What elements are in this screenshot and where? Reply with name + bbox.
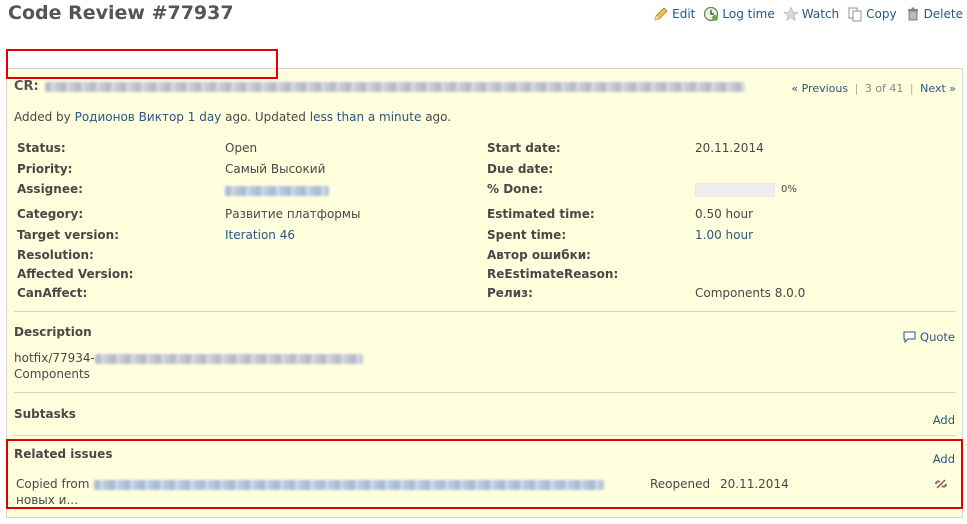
trash-icon — [907, 7, 918, 21]
divider — [14, 311, 956, 312]
description-line-2: Components — [14, 367, 90, 381]
related-issue-row: Copied from новых и... Reopened 20.11.20… — [16, 475, 949, 509]
status-value: Open — [225, 141, 258, 155]
subject-prefix: CR: — [14, 79, 39, 94]
watch-label[interactable]: Watch — [802, 7, 839, 21]
quote-label[interactable]: Quote — [920, 330, 955, 344]
target-version-link[interactable]: Iteration 46 — [225, 228, 295, 242]
clock-icon — [704, 6, 719, 22]
related-issues-title: Related issues — [14, 447, 113, 461]
estimated-time-value: 0.50 hour — [695, 207, 754, 221]
updated-ago-link[interactable]: less than a minute — [310, 110, 422, 124]
description-line-1: hotfix/77934- — [14, 351, 363, 365]
added-by-text: Added by — [14, 110, 71, 124]
copy-action[interactable]: Copy — [847, 6, 897, 22]
author-line: Added by Родионов Виктор 1 day ago. Upda… — [14, 110, 451, 124]
comment-icon — [903, 331, 916, 343]
status-label: Status: — [17, 141, 66, 155]
affected-version-label: Affected Version: — [17, 267, 134, 281]
author-link[interactable]: Родионов Виктор — [75, 110, 184, 124]
added-ago-link[interactable]: 1 day — [188, 110, 222, 124]
start-date-label: Start date: — [487, 141, 561, 155]
related-issue-date: 20.11.2014 — [720, 477, 789, 491]
issue-navigation: « Previous | 3 of 41 | Next » — [791, 82, 956, 95]
canaffect-label: CanAffect: — [17, 286, 88, 300]
description-redacted — [94, 353, 363, 364]
delete-action[interactable]: Delete — [905, 6, 963, 22]
category-label: Category: — [17, 207, 84, 221]
priority-label: Priority: — [17, 162, 73, 176]
log-time-label[interactable]: Log time — [722, 7, 774, 21]
assignee-label: Assignee: — [17, 182, 83, 196]
watch-action[interactable]: Watch — [783, 6, 839, 22]
copy-label[interactable]: Copy — [866, 7, 896, 21]
log-time-action[interactable]: Log time — [703, 6, 775, 22]
resolution-label: Resolution: — [17, 248, 94, 262]
related-issue-link-redacted[interactable] — [94, 480, 604, 490]
spent-time-label: Spent time: — [487, 228, 567, 242]
add-related-link[interactable]: Add — [933, 452, 955, 466]
subtasks-title: Subtasks — [14, 407, 76, 421]
issue-actions: Edit Log time Watch Copy Delete — [653, 6, 963, 22]
issue-position: 3 of 41 — [864, 82, 904, 95]
issue-subject: CR: — [14, 79, 745, 94]
relation-type: Copied from — [16, 477, 90, 491]
previous-link[interactable]: « Previous — [791, 82, 848, 95]
unlink-icon[interactable] — [933, 476, 949, 492]
divider — [14, 435, 956, 436]
done-percent-text: 0% — [781, 184, 797, 195]
priority-value: Самый Высокий — [225, 162, 326, 176]
done-progress-bar — [695, 183, 775, 197]
reestimate-reason-label: ReEstimateReason: — [487, 267, 619, 281]
related-issue-subject-tail: новых и... — [16, 493, 78, 507]
next-link[interactable]: Next » — [920, 82, 956, 95]
star-icon — [783, 6, 799, 21]
target-version-label: Target version: — [17, 228, 120, 242]
release-label: Релиз: — [487, 286, 533, 300]
page-title: Code Review #77937 — [8, 2, 234, 24]
assignee-value-redacted[interactable] — [225, 186, 329, 196]
due-date-label: Due date: — [487, 162, 554, 176]
start-date-value: 20.11.2014 — [695, 141, 764, 155]
description-title: Description — [14, 325, 92, 339]
divider — [14, 392, 956, 393]
add-subtask-link[interactable]: Add — [933, 413, 955, 427]
release-value: Components 8.0.0 — [695, 286, 806, 300]
bug-author-label: Автор ошибки: — [487, 248, 591, 262]
pencil-icon — [654, 7, 668, 21]
delete-label[interactable]: Delete — [924, 7, 963, 21]
description-branch-prefix: hotfix/77934- — [14, 351, 95, 365]
related-issue-status: Reopened — [650, 477, 711, 491]
edit-label[interactable]: Edit — [672, 7, 695, 21]
quote-link[interactable]: Quote — [903, 330, 955, 344]
updated-text: ago. Updated — [225, 110, 306, 124]
ago-text: ago. — [425, 110, 452, 124]
subject-text-redacted — [44, 81, 745, 92]
estimated-time-label: Estimated time: — [487, 207, 595, 221]
spent-time-link[interactable]: 1.00 hour — [695, 228, 753, 242]
copy-icon — [848, 7, 862, 22]
done-label: % Done: — [487, 182, 543, 196]
issue-details: CR: « Previous | 3 of 41 | Next » Added … — [6, 68, 963, 518]
edit-action[interactable]: Edit — [653, 6, 695, 22]
category-value: Развитие платформы — [225, 207, 361, 221]
